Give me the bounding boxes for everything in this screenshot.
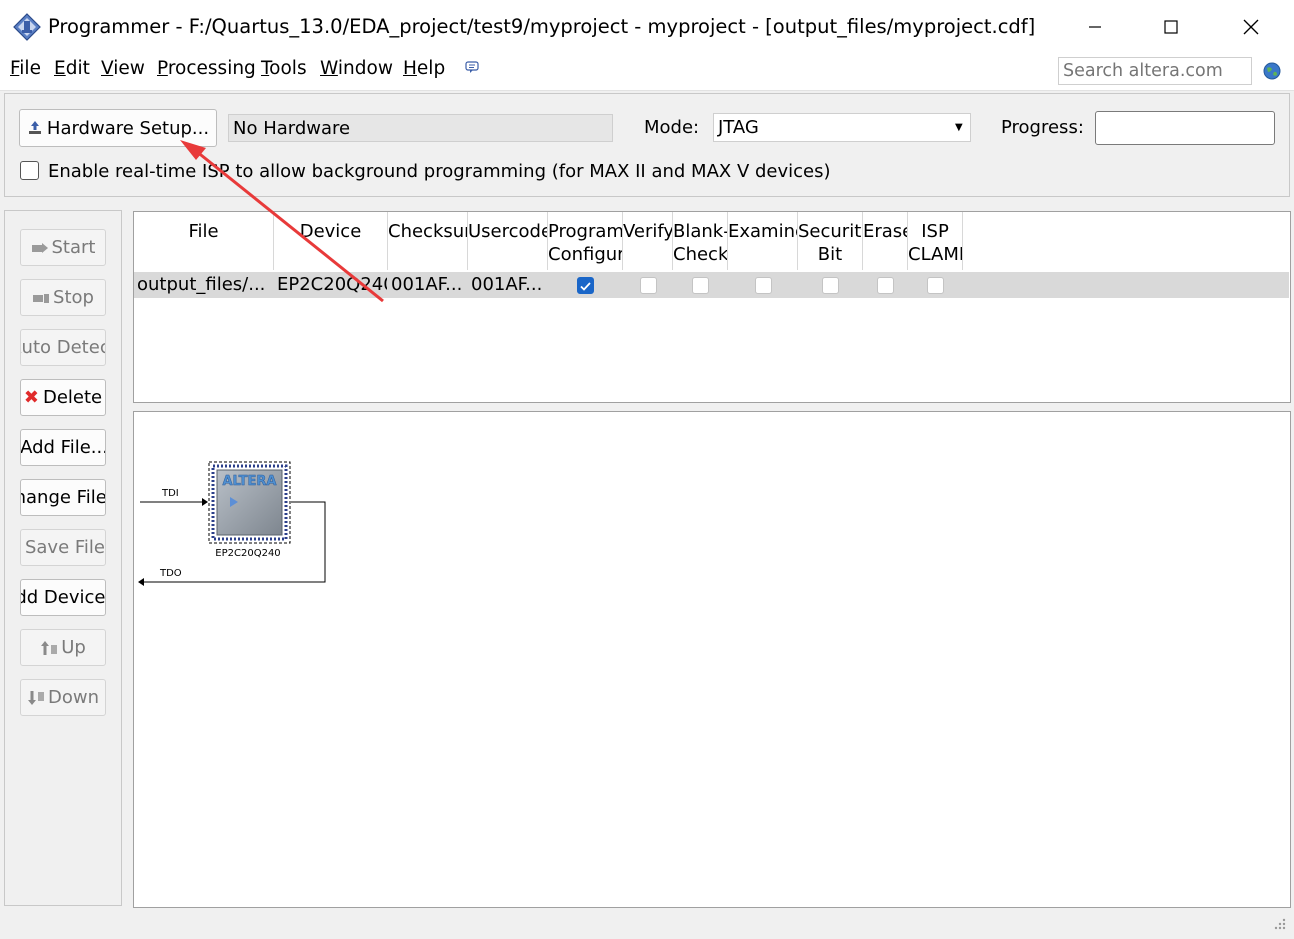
stop-button[interactable]: Stop — [20, 279, 106, 316]
stop-icon — [33, 293, 50, 303]
row-usercode: 001AF... — [471, 274, 543, 295]
close-icon — [1243, 19, 1259, 35]
col-header-erase[interactable]: Erase — [863, 212, 908, 270]
up-icon — [41, 640, 58, 655]
start-button[interactable]: Start — [20, 229, 106, 266]
isp-clamp-checkbox[interactable] — [927, 277, 944, 294]
chain-device-label: EP2C20Q240 — [215, 548, 280, 559]
col-header-checksum[interactable]: Checksum — [388, 212, 468, 270]
progress-label: Progress: — [1001, 117, 1084, 138]
tdi-arrow-icon — [202, 498, 208, 506]
add-file-button[interactable]: Add File... — [20, 429, 106, 466]
minimize-button[interactable] — [1070, 10, 1120, 44]
delete-icon: ✖ — [23, 387, 39, 408]
window-title: Programmer - F:/Quartus_13.0/EDA_project… — [48, 15, 1036, 38]
checkmark-icon — [580, 282, 591, 291]
tdi-label: TDI — [161, 488, 179, 499]
menu-tools[interactable]: Tools — [261, 58, 307, 79]
resize-grip-icon[interactable] — [1268, 912, 1288, 932]
device-chip[interactable]: ALTERA — [208, 461, 291, 544]
isp-label: Enable real-time ISP to allow background… — [48, 161, 831, 182]
menu-edit[interactable]: Edit — [54, 58, 90, 79]
row-checksum: 001AF... — [391, 274, 463, 295]
hardware-setup-icon — [28, 121, 41, 134]
examine-checkbox[interactable] — [755, 277, 772, 294]
search-input[interactable] — [1058, 57, 1252, 85]
start-icon — [31, 242, 48, 253]
dropdown-arrow-icon: ▼ — [955, 122, 963, 133]
blank-check-checkbox[interactable] — [692, 277, 709, 294]
menu-file[interactable]: File — [10, 58, 41, 79]
add-device-button[interactable]: Add Device... — [20, 579, 106, 616]
tdo-label: TDO — [159, 568, 182, 579]
col-header-usercode[interactable]: Usercode — [468, 212, 548, 270]
progress-bar — [1095, 111, 1275, 145]
hardware-setup-button[interactable]: Hardware Setup... — [19, 109, 217, 147]
auto-detect-button[interactable]: Auto Detect — [20, 329, 106, 366]
menu-help[interactable]: Help — [403, 58, 445, 79]
save-file-button[interactable]: Save File — [20, 529, 106, 566]
erase-checkbox[interactable] — [877, 277, 894, 294]
security-bit-checkbox[interactable] — [822, 277, 839, 294]
mode-label: Mode: — [644, 117, 700, 138]
programmer-app-icon — [13, 13, 41, 41]
delete-button[interactable]: ✖ Delete — [20, 379, 106, 416]
col-header-blank-check[interactable]: Blank- Check — [673, 212, 728, 270]
menu-processing[interactable]: Processing — [157, 58, 256, 79]
col-header-device[interactable]: Device — [274, 212, 388, 270]
whats-this-help-icon[interactable] — [464, 60, 480, 76]
col-header-file[interactable]: File — [134, 212, 274, 270]
verify-checkbox[interactable] — [640, 277, 657, 294]
jtag-chain-diagram: TDI TDO ALTERA EP2C20Q240 — [138, 461, 326, 586]
down-icon — [27, 690, 44, 705]
menu-window[interactable]: Window — [320, 58, 393, 79]
close-button[interactable] — [1226, 10, 1276, 44]
save-icon — [21, 541, 22, 555]
up-button[interactable]: Up — [20, 629, 106, 666]
col-header-isp-clamp[interactable]: ISPCLAMP — [908, 212, 963, 270]
tdo-arrow-icon — [138, 578, 144, 586]
menu-view[interactable]: View — [101, 58, 145, 79]
maximize-button[interactable] — [1146, 10, 1196, 44]
col-header-examine[interactable]: Examine — [728, 212, 798, 270]
col-header-security-bit[interactable]: SecurityBit — [798, 212, 863, 270]
isp-checkbox[interactable] — [20, 161, 39, 180]
program-checkbox[interactable] — [577, 277, 594, 294]
mode-select[interactable]: JTAG — [713, 113, 971, 142]
row-device: EP2C20Q240 — [277, 274, 387, 295]
col-header-program[interactable]: Program/Configure — [548, 212, 623, 270]
minimize-icon — [1089, 26, 1101, 28]
change-file-button[interactable]: Change File... — [20, 479, 106, 516]
altera-logo: ALTERA — [222, 474, 276, 489]
maximize-icon — [1164, 20, 1178, 34]
col-header-verify[interactable]: Verify — [623, 212, 673, 270]
row-file: output_files/... — [137, 274, 266, 295]
current-hardware-field: No Hardware — [228, 114, 613, 142]
globe-icon[interactable] — [1263, 62, 1281, 80]
down-button[interactable]: Down — [20, 679, 106, 716]
